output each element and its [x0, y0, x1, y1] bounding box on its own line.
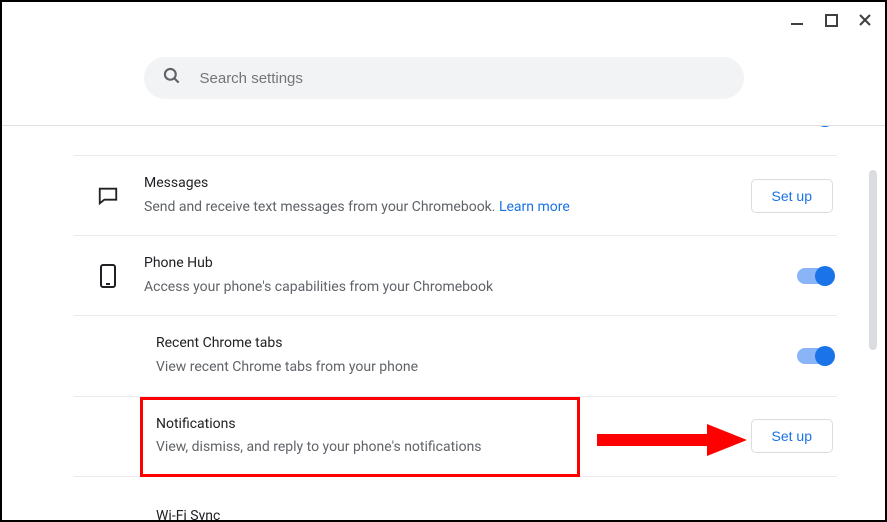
toggle-recent-tabs[interactable]	[797, 348, 833, 364]
setup-messages-button[interactable]: Set up	[751, 179, 833, 213]
close-icon[interactable]	[855, 10, 875, 30]
setup-notifications-button[interactable]: Set up	[751, 419, 833, 453]
row-subtitle: View recent Chrome tabs from your phone	[156, 358, 785, 378]
learn-more-link[interactable]: Learn more	[499, 199, 570, 215]
window-controls	[787, 10, 875, 30]
search-bar[interactable]	[144, 57, 744, 99]
row-title: Recent Chrome tabs	[156, 334, 785, 354]
scrollbar-thumb[interactable]	[869, 170, 877, 350]
row-subtitle: Access your phone's capabilities from yo…	[144, 278, 785, 298]
toggle-phone-hub[interactable]	[797, 268, 833, 284]
row-subtitle: Connect to the internet through your pho…	[144, 126, 785, 128]
search-input[interactable]	[198, 69, 726, 88]
row-wifi-sync[interactable]: Wi-Fi Sync	[74, 477, 837, 520]
row-recent-chrome-tabs[interactable]: Recent Chrome tabs View recent Chrome ta…	[74, 316, 837, 396]
row-subtitle: View, dismiss, and reply to your phone's…	[156, 438, 739, 458]
messages-icon	[96, 185, 120, 207]
settings-header	[2, 2, 885, 126]
maximize-icon[interactable]	[821, 10, 841, 30]
row-title: Notifications	[156, 415, 739, 435]
row-phone-hub[interactable]: Phone Hub Access your phone's capabiliti…	[74, 236, 837, 316]
row-instant-tethering[interactable]: Connect to the internet through your pho…	[74, 126, 837, 156]
row-title: Messages	[144, 174, 739, 194]
row-notifications[interactable]: Notifications View, dismiss, and reply t…	[74, 397, 837, 477]
phone-icon	[96, 264, 120, 288]
row-title: Wi-Fi Sync	[156, 507, 837, 520]
row-messages[interactable]: Messages Send and receive text messages …	[74, 156, 837, 236]
scrollbar[interactable]	[869, 132, 879, 452]
minimize-icon[interactable]	[787, 10, 807, 30]
row-subtitle: Send and receive text messages from your…	[144, 198, 739, 218]
row-title: Phone Hub	[144, 254, 785, 274]
search-icon	[162, 66, 182, 90]
settings-content: Connect to the internet through your pho…	[2, 126, 885, 520]
